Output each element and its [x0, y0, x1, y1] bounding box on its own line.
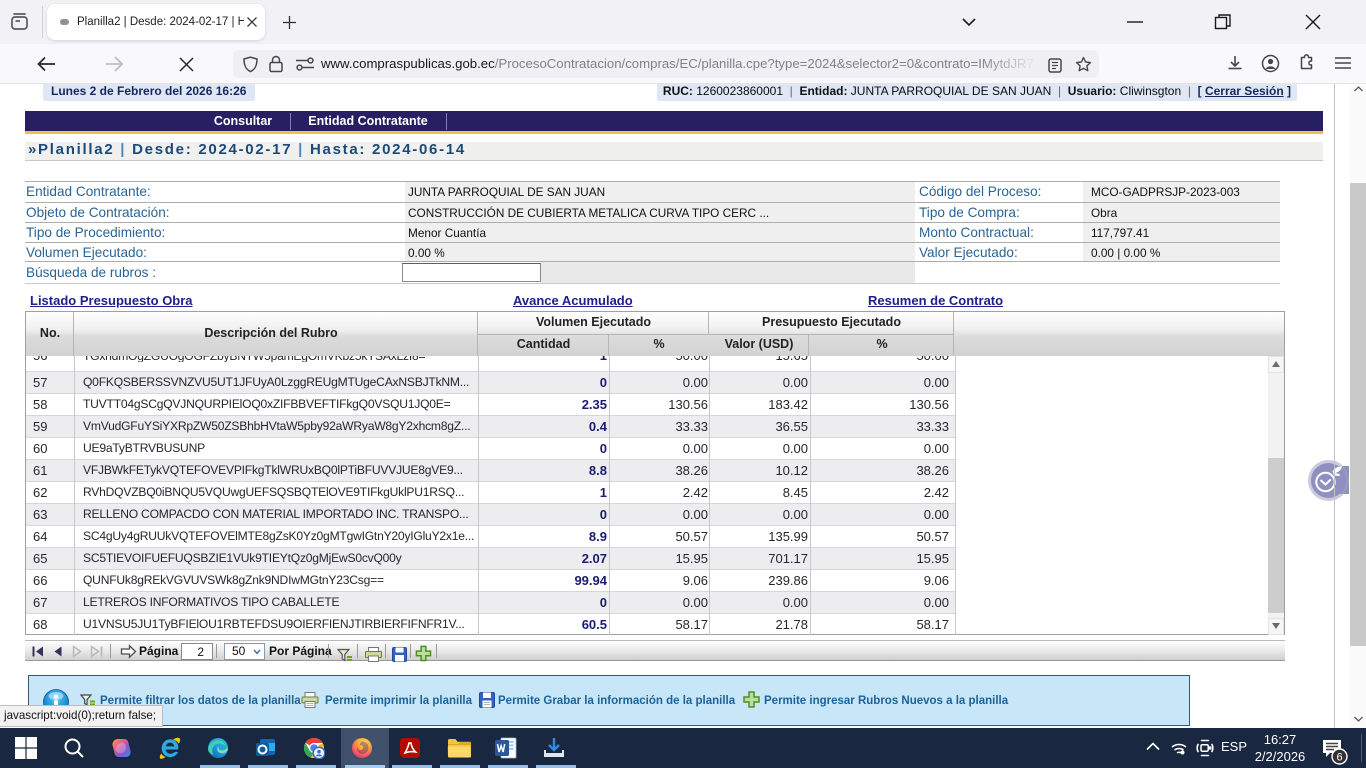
- svg-text:6: 6: [1336, 752, 1342, 764]
